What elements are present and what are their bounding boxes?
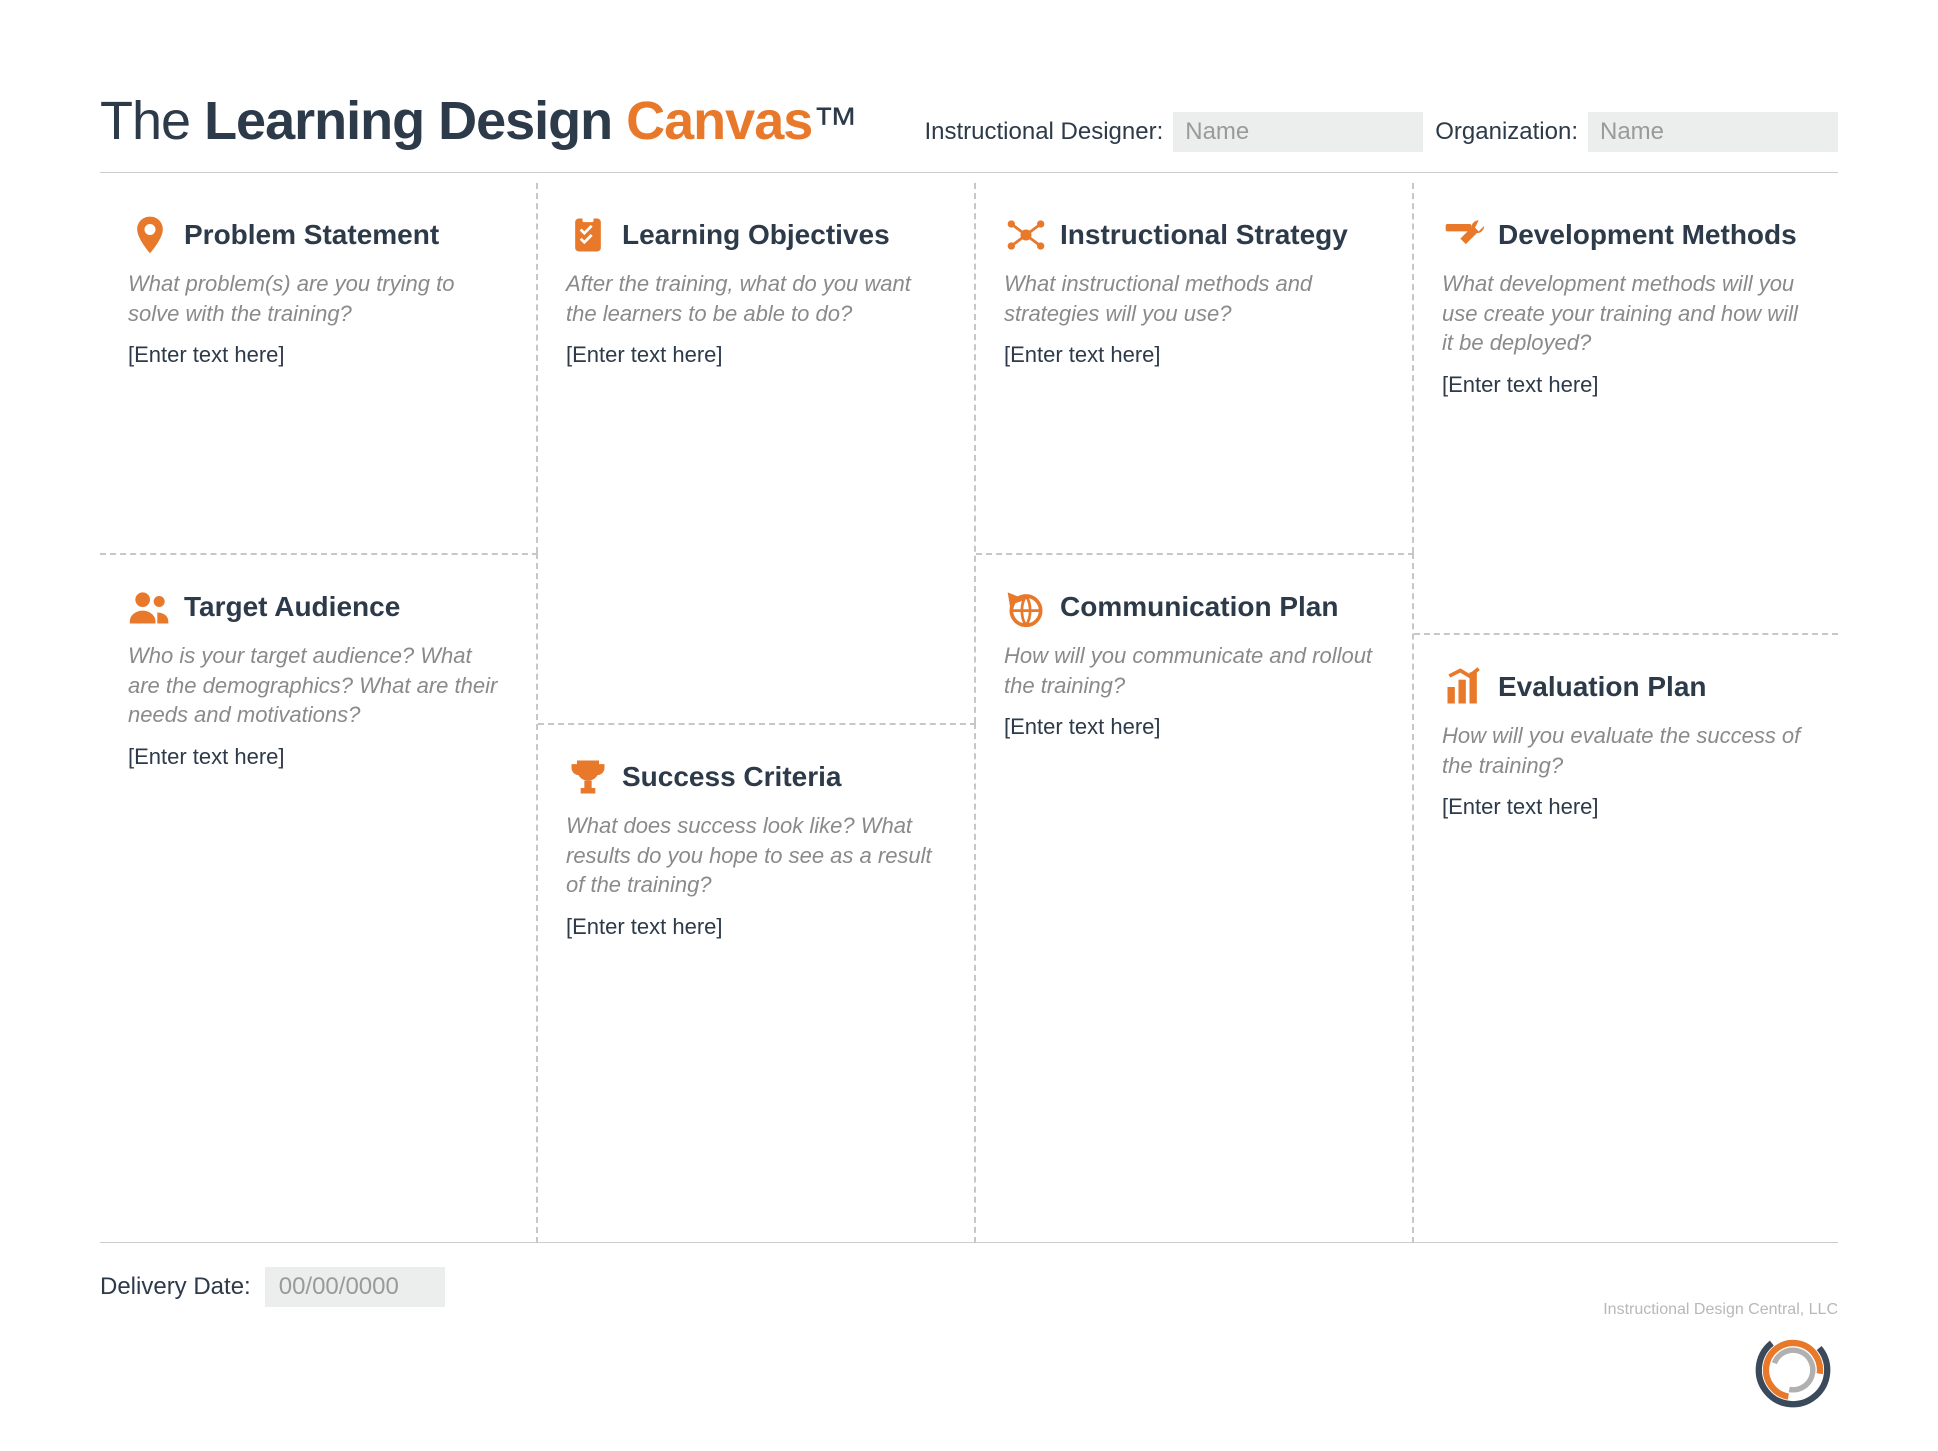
designer-input[interactable]: Name (1173, 112, 1423, 152)
cell-prompt: Who is your target audience? What are th… (128, 641, 508, 730)
delivery-date-input[interactable]: 00/00/0000 (265, 1267, 445, 1307)
cell-title: Development Methods (1498, 219, 1797, 251)
org-input[interactable]: Name (1588, 112, 1838, 152)
designer-label: Instructional Designer: (924, 118, 1163, 146)
cell-entry[interactable]: [Enter text here] (1004, 714, 1384, 740)
page-title: The Learning Design Canvas™ (100, 90, 857, 152)
cell-title: Target Audience (184, 591, 400, 623)
cell-prompt: What instructional methods and strategie… (1004, 269, 1384, 328)
cell-entry[interactable]: [Enter text here] (1442, 794, 1810, 820)
cell-prompt: How will you evaluate the success of the… (1442, 721, 1810, 780)
bar-chart-icon (1442, 665, 1486, 709)
header: The Learning Design Canvas™ Instructiona… (100, 90, 1838, 173)
cell-prompt: How will you communicate and rollout the… (1004, 641, 1384, 700)
title-trademark: ™ (812, 97, 857, 149)
cell-title: Evaluation Plan (1498, 671, 1707, 703)
cell-title: Problem Statement (184, 219, 439, 251)
title-accent: Canvas (626, 91, 812, 151)
delivery-label: Delivery Date: (100, 1273, 251, 1301)
header-meta: Instructional Designer: Name Organizatio… (887, 112, 1838, 152)
cell-entry[interactable]: [Enter text here] (1442, 372, 1810, 398)
canvas-grid: Problem Statement What problem(s) are yo… (100, 183, 1838, 1243)
cell-title: Success Criteria (622, 761, 841, 793)
copyright-text: Instructional Design Central, LLC (1603, 1301, 1838, 1319)
cell-prompt: What development methods will you use cr… (1442, 269, 1810, 358)
cell-title: Learning Objectives (622, 219, 890, 251)
network-icon (1004, 213, 1048, 257)
tools-icon (1442, 213, 1486, 257)
cell-development-methods: Development Methods What development met… (1414, 183, 1838, 633)
cell-success-criteria: Success Criteria What does success look … (538, 723, 976, 1243)
title-mid: Learning Design (204, 91, 626, 151)
cell-problem-statement: Problem Statement What problem(s) are yo… (100, 183, 538, 553)
cell-evaluation-plan: Evaluation Plan How will you evaluate th… (1414, 633, 1838, 1243)
cell-instructional-strategy: Instructional Strategy What instructiona… (976, 183, 1414, 553)
footer-right: Instructional Design Central, LLC (1603, 1301, 1838, 1415)
delivery-group: Delivery Date: 00/00/0000 (100, 1267, 445, 1307)
trophy-icon (566, 755, 610, 799)
cell-entry[interactable]: [Enter text here] (566, 342, 946, 368)
cell-learning-objectives: Learning Objectives After the training, … (538, 183, 976, 723)
map-pin-icon (128, 213, 172, 257)
cell-entry[interactable]: [Enter text here] (128, 744, 508, 770)
company-logo-icon (1748, 1325, 1838, 1415)
cell-prompt: What does success look like? What result… (566, 811, 946, 900)
cell-communication-plan: Communication Plan How will you communic… (976, 553, 1414, 1243)
title-pre: The (100, 91, 204, 151)
cell-entry[interactable]: [Enter text here] (128, 342, 508, 368)
org-label: Organization: (1435, 118, 1578, 146)
cell-prompt: What problem(s) are you trying to solve … (128, 269, 508, 328)
cell-prompt: After the training, what do you want the… (566, 269, 946, 328)
cell-target-audience: Target Audience Who is your target audie… (100, 553, 538, 1243)
cell-entry[interactable]: [Enter text here] (1004, 342, 1384, 368)
clipboard-check-icon (566, 213, 610, 257)
globe-send-icon (1004, 585, 1048, 629)
cell-entry[interactable]: [Enter text here] (566, 914, 946, 940)
cell-title: Instructional Strategy (1060, 219, 1348, 251)
footer: Delivery Date: 00/00/0000 (100, 1243, 1838, 1307)
cell-title: Communication Plan (1060, 591, 1338, 623)
org-group: Organization: Name (1435, 112, 1838, 152)
designer-group: Instructional Designer: Name (924, 112, 1423, 152)
users-icon (128, 585, 172, 629)
